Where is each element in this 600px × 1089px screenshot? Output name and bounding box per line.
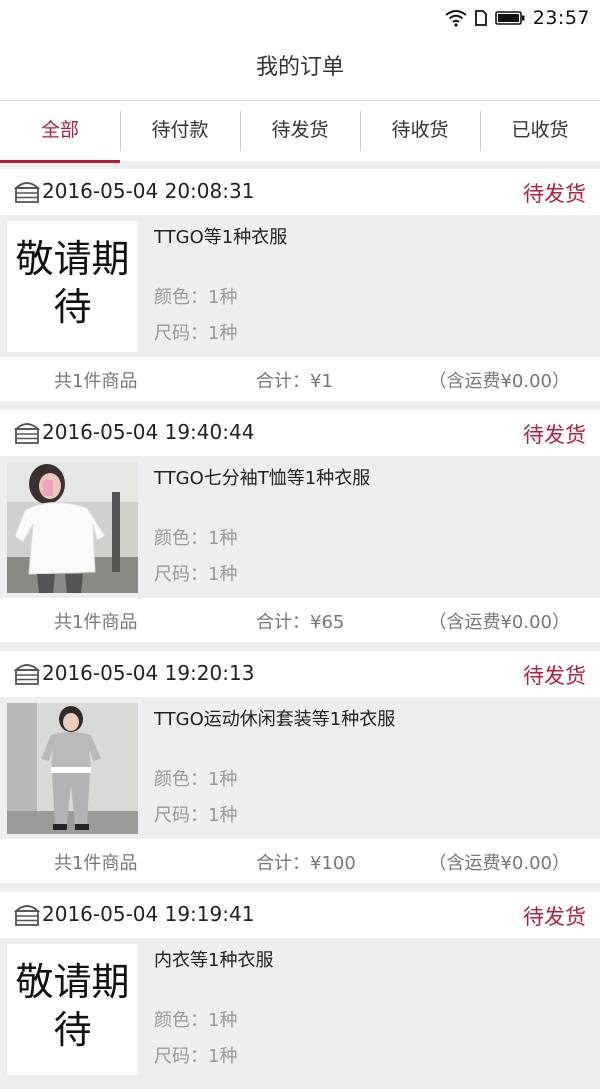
product-thumbnail: 敬请期待 [7, 944, 138, 1075]
shipping-fee: （含运费¥0.00） [428, 371, 570, 392]
order-header: 2016-05-04 20:08:31 待发货 [0, 169, 600, 215]
product-size: 尺码：1种 [154, 564, 238, 585]
store-icon [14, 905, 40, 926]
tab-received[interactable]: 已收货 [480, 101, 600, 161]
order-item[interactable]: 敬请期待 内衣等1种衣服 颜色：1种 尺码：1种 [0, 938, 600, 1080]
product-color: 颜色：1种 [154, 1010, 238, 1031]
product-title: 内衣等1种衣服 [154, 950, 274, 971]
order-header: 2016-05-04 19:19:41 待发货 [0, 892, 600, 938]
order-date: 2016-05-04 19:19:41 [42, 902, 255, 926]
store-icon [14, 182, 40, 203]
product-thumbnail: 敬请期待 [7, 221, 138, 352]
item-count: 共1件商品 [54, 612, 138, 633]
product-title: TTGO运动休闲套装等1种衣服 [154, 709, 396, 730]
order-status: 待发货 [523, 905, 586, 929]
tab-pending-shipment[interactable]: 待发货 [240, 101, 360, 161]
tab-pending-receipt[interactable]: 待收货 [360, 101, 480, 161]
order-list: 2016-05-04 20:08:31 待发货 敬请期待 TTGO等1种衣服 颜… [0, 169, 600, 1089]
tab-pending-payment[interactable]: 待付款 [120, 101, 240, 161]
order-tabs: 全部 待付款 待发货 待收货 已收货 [0, 100, 600, 163]
order-card[interactable]: 2016-05-04 19:40:44 待发货 TTGO七分袖T恤等1种衣服 颜… [0, 410, 600, 642]
order-header: 2016-05-04 19:20:13 待发货 [0, 651, 600, 697]
grey-suit-photo [7, 703, 138, 834]
status-time: 23:57 [532, 7, 590, 29]
order-date: 2016-05-04 19:20:13 [42, 661, 255, 685]
order-card[interactable]: 2016-05-04 19:19:41 待发货 敬请期待 内衣等1种衣服 颜色：… [0, 892, 600, 1080]
item-count: 共1件商品 [54, 371, 138, 392]
item-count: 共1件商品 [54, 853, 138, 874]
product-color: 颜色：1种 [154, 769, 238, 790]
order-footer: 共1件商品 合计：¥1 （含运费¥0.00） [0, 357, 600, 401]
order-header: 2016-05-04 19:40:44 待发货 [0, 410, 600, 456]
product-photo [7, 462, 138, 593]
product-title: TTGO等1种衣服 [154, 227, 288, 248]
tab-all[interactable]: 全部 [0, 101, 120, 163]
store-icon [14, 664, 40, 685]
order-item[interactable]: 敬请期待 TTGO等1种衣服 颜色：1种 尺码：1种 [0, 215, 600, 357]
order-item[interactable]: TTGO七分袖T恤等1种衣服 颜色：1种 尺码：1种 [0, 456, 600, 598]
product-title: TTGO七分袖T恤等1种衣服 [154, 468, 371, 489]
store-icon [14, 423, 40, 444]
battery-icon [494, 11, 525, 25]
placeholder-text: 敬请期待 [15, 960, 130, 1052]
order-card[interactable]: 2016-05-04 19:20:13 待发货 TTGO运动休闲套装等1种衣服 … [0, 651, 600, 883]
status-icons: 23:57 [445, 6, 590, 30]
page-title: 我的订单 [255, 55, 344, 80]
order-total: 合计：¥65 [256, 612, 345, 633]
product-color: 颜色：1种 [154, 287, 238, 308]
order-footer: 共1件商品 合计：¥65 （含运费¥0.00） [0, 598, 600, 642]
product-size: 尺码：1种 [154, 805, 238, 826]
product-color: 颜色：1种 [154, 528, 238, 549]
shipping-fee: （含运费¥0.00） [428, 612, 570, 633]
order-status: 待发货 [523, 664, 586, 688]
order-status: 待发货 [523, 423, 586, 447]
order-card[interactable]: 2016-05-04 20:08:31 待发货 敬请期待 TTGO等1种衣服 颜… [0, 169, 600, 401]
order-total: 合计：¥100 [256, 853, 356, 874]
order-total: 合计：¥1 [256, 371, 333, 392]
wifi-icon [445, 10, 467, 27]
order-footer: 共1件商品 合计：¥100 （含运费¥0.00） [0, 839, 600, 883]
white-top-photo [7, 462, 138, 593]
order-item[interactable]: TTGO运动休闲套装等1种衣服 颜色：1种 尺码：1种 [0, 697, 600, 839]
order-date: 2016-05-04 20:08:31 [42, 179, 255, 203]
status-bar: 23:57 [0, 0, 600, 36]
sim-card-icon [474, 10, 487, 26]
order-date: 2016-05-04 19:40:44 [42, 420, 255, 444]
shipping-fee: （含运费¥0.00） [428, 853, 570, 874]
header: 我的订单 [0, 36, 600, 100]
product-size: 尺码：1种 [154, 1046, 238, 1067]
placeholder-text: 敬请期待 [15, 237, 130, 329]
product-size: 尺码：1种 [154, 323, 238, 344]
order-status: 待发货 [523, 182, 586, 206]
product-photo [7, 703, 138, 834]
